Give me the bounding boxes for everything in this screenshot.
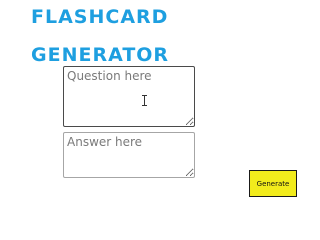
question-input[interactable] [63,66,195,127]
answer-input[interactable] [63,132,195,178]
text-cursor-icon [142,95,147,106]
page-title-line-2: GENERATOR [31,44,170,66]
generate-button[interactable]: Generate [249,170,297,197]
page-title-line-1: FLASHCARD [31,6,169,28]
